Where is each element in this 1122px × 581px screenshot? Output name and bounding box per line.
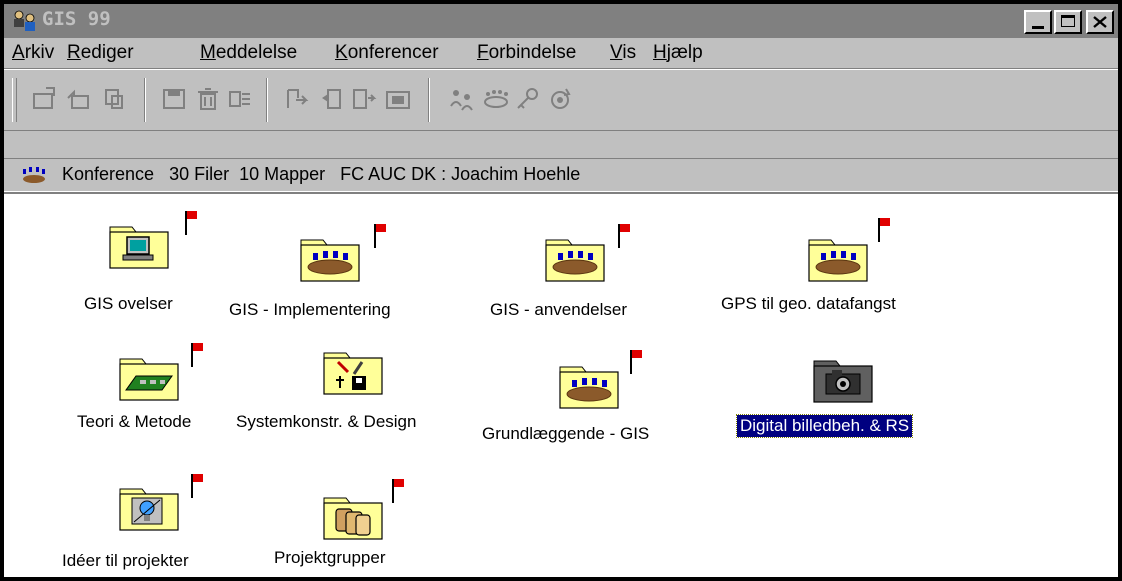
conference-icon[interactable]	[482, 86, 510, 112]
meeting-table-icon	[808, 239, 868, 282]
sync-icon[interactable]	[546, 86, 574, 112]
next-icon[interactable]	[284, 86, 312, 112]
folder-label: GIS ovelser	[84, 294, 173, 313]
folder-label: Digital billedbeh. & RS	[735, 414, 914, 438]
computer-icon	[109, 226, 169, 269]
flag-icon	[630, 350, 644, 374]
minimize-button[interactable]	[1024, 10, 1052, 34]
toolbar-separator	[144, 78, 146, 122]
folder-view: GIS ovelser GIS - Implementering GIS - a…	[4, 192, 1118, 577]
toolbar-separator	[428, 78, 430, 122]
flag-icon	[191, 474, 205, 498]
window-title: GIS 99	[42, 8, 111, 30]
folder-label: Grundlæggende - GIS	[482, 424, 650, 443]
users-icon[interactable]	[448, 86, 476, 112]
meeting-table-icon	[559, 366, 619, 409]
meeting-table-icon	[300, 239, 360, 282]
toolbar-separator	[266, 78, 268, 122]
new-message-icon[interactable]	[30, 86, 58, 112]
menu-arkiv[interactable]: Arkiv	[12, 42, 54, 64]
people-group-icon	[323, 497, 383, 540]
menu-vis[interactable]: Vis	[610, 42, 636, 64]
folder-label: Idéer til projekter	[62, 551, 189, 570]
save-icon[interactable]	[160, 86, 188, 112]
status-text: Konference 30 Filer 10 Mapper FC AUC DK …	[62, 164, 581, 184]
folder-label: Teori & Metode	[77, 412, 192, 431]
toolbar-grip[interactable]	[12, 78, 17, 122]
read-icon[interactable]	[350, 86, 378, 112]
toolbar	[4, 69, 1118, 131]
menu-rediger[interactable]: Rediger	[67, 42, 134, 64]
circuit-board-icon	[119, 358, 179, 401]
menu-konferencer[interactable]: Konferencer	[335, 42, 439, 64]
flag-icon	[185, 211, 199, 235]
menu-forbindelse[interactable]: Forbindelse	[477, 42, 576, 64]
flag-icon	[618, 224, 632, 248]
conference-icon	[23, 167, 45, 183]
tools-disk-icon	[323, 352, 383, 395]
meeting-table-icon	[545, 239, 605, 282]
status-bar: Konference 30 Filer 10 Mapper FC AUC DK …	[4, 158, 1118, 192]
menu-meddelelse[interactable]: Meddelelse	[200, 42, 297, 64]
close-button[interactable]	[1086, 10, 1114, 34]
people-app-icon[interactable]	[12, 9, 38, 33]
close-icon	[1093, 16, 1107, 28]
folder-label: Projektgrupper	[274, 548, 386, 567]
flag-icon	[878, 218, 892, 242]
flag-icon	[191, 343, 205, 367]
folder-label: Systemkonstr. & Design	[236, 412, 417, 431]
folder-label: GPS til geo. datafangst	[721, 294, 896, 313]
title-bar[interactable]: GIS 99	[4, 4, 1118, 38]
app-window: GIS 99 Arkiv Rediger Meddelelse Konferen…	[4, 4, 1118, 577]
flag-icon	[374, 224, 388, 248]
forward-icon[interactable]	[226, 86, 254, 112]
folder-label: GIS - Implementering	[229, 300, 391, 319]
menu-hjaelp[interactable]: Hjælp	[653, 42, 703, 64]
menu-bar: Arkiv Rediger Meddelelse Konferencer For…	[4, 38, 1118, 69]
camera-icon	[813, 360, 873, 403]
flag-icon	[392, 479, 406, 503]
reply-icon[interactable]	[64, 86, 92, 112]
folder-label: GIS - anvendelser	[490, 300, 628, 319]
maximize-button[interactable]	[1054, 10, 1082, 34]
copy-icon[interactable]	[100, 86, 128, 112]
lightbulb-icon	[119, 488, 179, 531]
open-icon[interactable]	[384, 86, 412, 112]
key-icon[interactable]	[514, 86, 542, 112]
delete-icon[interactable]	[194, 86, 222, 112]
previous-icon[interactable]	[318, 86, 346, 112]
